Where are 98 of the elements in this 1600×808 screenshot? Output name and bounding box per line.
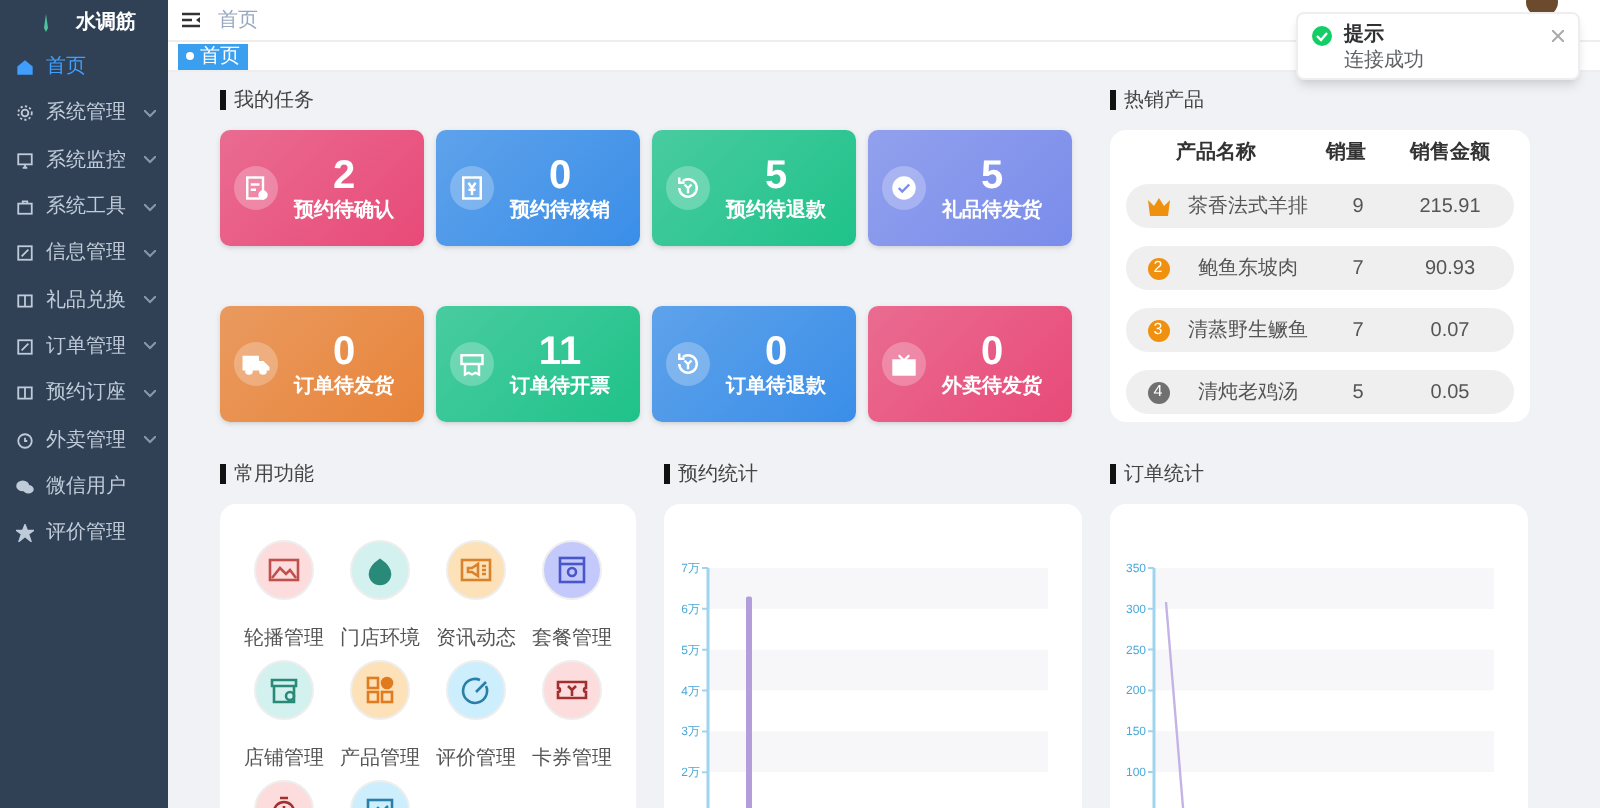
chat-icon xyxy=(16,477,34,496)
task-count: 5 xyxy=(764,152,788,199)
section-title: 热销产品 xyxy=(1124,87,1204,115)
gauge-icon xyxy=(460,674,492,706)
shortcut-item[interactable]: 门店环境 xyxy=(332,540,428,656)
check-icon xyxy=(890,174,918,202)
product-name: 清蒸野生鳜鱼 xyxy=(1186,317,1310,345)
task-count: 0 xyxy=(332,328,356,375)
shop-icon xyxy=(268,674,300,706)
sidebar-item[interactable]: 系统管理 xyxy=(0,90,168,138)
rank-badge: 4 xyxy=(1147,381,1169,403)
task-count: 5 xyxy=(980,152,1004,199)
task-label: 外卖待发货 xyxy=(942,376,1042,400)
sales-count: 7 xyxy=(1350,255,1366,283)
shortcut-item[interactable]: 资讯动态 xyxy=(428,540,524,656)
shortcut-label: 店铺管理 xyxy=(244,745,324,774)
monitor-icon xyxy=(16,151,34,170)
task-label: 预约待确认 xyxy=(294,200,394,224)
sales-amount: 0.07 xyxy=(1428,317,1472,345)
sidebar-item[interactable]: 微信用户 xyxy=(0,463,168,510)
leaf-icon xyxy=(364,554,396,586)
toolbox-icon xyxy=(16,198,34,217)
shortcut-label: 门店环境 xyxy=(340,625,420,654)
ticket-icon xyxy=(458,350,486,378)
sidebar-item[interactable]: 信息管理 xyxy=(0,230,168,277)
section-title: 预约统计 xyxy=(678,461,758,489)
task-count: 0 xyxy=(980,328,1004,375)
refund-icon xyxy=(674,350,702,378)
shortcut-label: 套餐管理 xyxy=(532,625,612,654)
product-name: 茶香法式羊排 xyxy=(1186,193,1310,221)
refund-icon xyxy=(674,174,702,202)
home-icon xyxy=(16,58,34,77)
rank-badge: 3 xyxy=(1147,319,1169,341)
task-count: 11 xyxy=(538,328,582,375)
sidebar-item[interactable]: 订单管理 xyxy=(0,323,168,371)
star-icon xyxy=(16,524,34,543)
sidebar-item[interactable]: 系统工具 xyxy=(0,183,168,231)
task-label: 订单待退款 xyxy=(726,376,826,400)
shortcut-item[interactable]: 套餐管理 xyxy=(524,540,620,656)
megaphone-icon xyxy=(460,554,492,586)
sales-count: 9 xyxy=(1350,193,1366,221)
task-label: 订单待开票 xyxy=(510,376,610,400)
section-title: 订单统计 xyxy=(1124,461,1204,489)
sidebar-item[interactable]: 首页 xyxy=(0,44,168,91)
section-title: 我的任务 xyxy=(234,87,314,115)
task-label: 预约待退款 xyxy=(726,200,826,224)
grid-icon xyxy=(364,674,396,706)
picture-icon xyxy=(268,554,300,586)
settings-icon xyxy=(16,104,34,123)
task-label: 礼品待发货 xyxy=(942,200,1042,224)
book-icon xyxy=(16,384,34,403)
column-header: 销售金额 xyxy=(1407,138,1492,168)
app-logo-text: 水调筋 xyxy=(76,9,136,37)
sales-amount: 0.05 xyxy=(1428,379,1472,407)
column-header: 产品名称 xyxy=(1174,139,1258,168)
sales-amount: 215.91 xyxy=(1417,193,1483,221)
product-name: 鲍鱼东坡肉 xyxy=(1196,255,1300,283)
shortcut-label: 产品管理 xyxy=(340,745,420,774)
task-count: 2 xyxy=(332,152,356,199)
shortcut-item[interactable]: 轮播管理 xyxy=(236,540,332,656)
book-icon xyxy=(16,291,34,310)
shortcut-item[interactable]: 产品管理 xyxy=(332,660,428,776)
sidebar-item[interactable]: 系统监控 xyxy=(0,137,168,184)
task-card[interactable]: 0 外卖待发货 xyxy=(868,306,1072,422)
truck-icon xyxy=(242,350,270,378)
edit-icon xyxy=(16,244,34,263)
product-name: 清炖老鸡汤 xyxy=(1196,379,1300,407)
shortcut-label: 轮播管理 xyxy=(244,625,324,654)
window-icon xyxy=(556,554,588,586)
edit-icon xyxy=(16,337,34,356)
toast-title: 提示 xyxy=(1344,24,1386,48)
sidebar-item[interactable]: 评价管理 xyxy=(0,509,168,557)
sidebar-item[interactable]: 预约订座 xyxy=(0,370,168,417)
toast-message: 连接成功 xyxy=(1344,50,1426,74)
sales-count: 7 xyxy=(1350,317,1366,345)
task-label: 预约待核销 xyxy=(510,200,610,224)
shortcut-item[interactable]: 店铺管理 xyxy=(236,660,332,776)
sidebar-item[interactable]: 外卖管理 xyxy=(0,416,168,464)
shortcut-item[interactable]: 卡券管理 xyxy=(524,660,620,776)
shortcut-label: 卡券管理 xyxy=(532,745,612,774)
task-label: 订单待发货 xyxy=(294,376,394,400)
task-card[interactable]: 2 预约待确认 xyxy=(220,130,424,246)
success-check-icon xyxy=(1312,26,1332,46)
sales-count: 5 xyxy=(1350,379,1366,407)
shortcut-label: 资讯动态 xyxy=(436,625,516,654)
section-title: 常用功能 xyxy=(234,461,314,489)
task-count: 0 xyxy=(764,328,788,375)
shortcut-label: 评价管理 xyxy=(436,746,516,774)
menu-icon[interactable] xyxy=(182,12,200,28)
voucher-icon xyxy=(458,174,486,202)
shortcut-item[interactable]: 评价管理 xyxy=(428,660,524,776)
task-count: 0 xyxy=(548,152,572,199)
sales-amount: 90.93 xyxy=(1422,255,1478,283)
column-header: 销量 xyxy=(1323,139,1368,168)
sidebar-item[interactable]: 礼品兑换 xyxy=(0,276,168,324)
rank-badge: 2 xyxy=(1147,257,1169,279)
clock-icon xyxy=(16,431,34,450)
receipt-icon xyxy=(242,174,270,202)
